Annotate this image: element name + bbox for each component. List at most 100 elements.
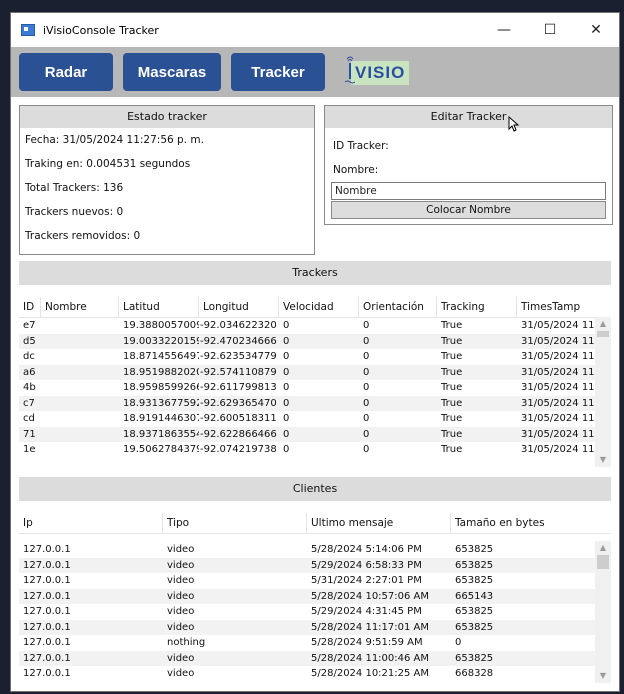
radar-button[interactable]: Radar xyxy=(19,53,113,91)
scroll-down-icon[interactable]: ▼ xyxy=(595,669,611,683)
trackers-header: Trackers xyxy=(19,261,611,285)
table-row[interactable]: dc 18.8714556497 -92.623534779 0 0 True 31/05/… xyxy=(19,349,611,365)
cell-orientacion: 0 xyxy=(363,413,370,424)
cell-orientacion: 0 xyxy=(363,335,370,347)
maximize-button[interactable]: ☐ xyxy=(527,13,573,47)
cell-tracking: True xyxy=(441,397,463,409)
col-timestamp[interactable]: TimesTamp xyxy=(517,297,595,317)
table-row[interactable]: cd 18.9191446307 -92.600518311 0 0 True 31/05/… xyxy=(19,411,611,427)
cell-id: 4b xyxy=(23,382,36,393)
col-velocidad[interactable]: Velocidad xyxy=(279,297,359,317)
cell-ultimo-mensaje: 5/28/2024 10:21:25 AM xyxy=(311,668,430,679)
cell-tipo: video xyxy=(167,590,195,602)
mascaras-button[interactable]: Mascaras xyxy=(123,53,221,91)
cell-tipo: video xyxy=(167,606,195,617)
cell-longitud: -92.074219738 xyxy=(200,444,277,455)
col-ultimo-mensaje[interactable]: Ultimo mensaje xyxy=(307,513,451,533)
minimize-button[interactable]: — xyxy=(481,13,527,47)
table-row[interactable]: e7 19.3880057009 -92.034622320 0 0 True 31/05/… xyxy=(19,318,611,334)
scroll-thumb[interactable] xyxy=(597,555,609,569)
scroll-up-icon[interactable]: ▲ xyxy=(595,541,611,555)
col-tamano-bytes[interactable]: Tamaño en bytes xyxy=(451,513,595,533)
id-tracker-label: ID Tracker: xyxy=(333,140,389,152)
colocar-nombre-button[interactable]: Colocar Nombre xyxy=(331,201,606,219)
table-row[interactable]: 127.0.0.1 video 5/28/2024 5:14:06 PM 653825 xyxy=(19,542,611,558)
table-row[interactable]: 127.0.0.1 video 5/31/2024 2:27:01 PM 653825 xyxy=(19,573,611,589)
table-row[interactable]: 127.0.0.1 video 5/28/2024 10:21:25 AM 66832… xyxy=(19,666,611,682)
table-row[interactable]: a6 18.9519882020 -92.574110879 0 0 True 31/05/… xyxy=(19,364,611,380)
col-id[interactable]: ID xyxy=(19,297,41,317)
cell-latitud: 19.3880057009 xyxy=(123,320,199,331)
cell-orientacion: 0 xyxy=(363,351,370,362)
cell-ultimo-mensaje: 5/29/2024 6:58:33 PM xyxy=(311,559,422,571)
trackers-scrollbar[interactable]: ▲ ▼ xyxy=(595,317,611,467)
cell-ip: 127.0.0.1 xyxy=(23,575,71,586)
cell-nombre xyxy=(41,427,119,443)
cell-ip: 127.0.0.1 xyxy=(23,559,71,571)
table-row[interactable]: 127.0.0.1 nothing 5/28/2024 9:51:59 AM 0 xyxy=(19,635,611,651)
cell-timestamp: 31/05/2024 11: xyxy=(521,428,595,440)
col-ip[interactable]: Ip xyxy=(19,513,163,533)
cell-ip: 127.0.0.1 xyxy=(23,544,71,555)
col-longitud[interactable]: Longitud xyxy=(199,297,279,317)
cell-nombre xyxy=(41,334,119,350)
traking-text: Traking en: 0.004531 segundos xyxy=(25,158,191,170)
cell-tamano-bytes: 653825 xyxy=(455,559,494,571)
cell-tipo: video xyxy=(167,559,195,571)
table-row[interactable]: 127.0.0.1 video 5/28/2024 10:57:06 AM 66514… xyxy=(19,588,611,604)
nombre-input[interactable]: Nombre xyxy=(331,182,606,200)
table-row[interactable]: 1e 19.5062784379 -92.074219738 0 0 True 31/05/… xyxy=(19,442,611,458)
cell-timestamp: 31/05/2024 11: xyxy=(521,413,595,424)
table-row[interactable]: 127.0.0.1 video 5/29/2024 4:31:45 PM 653825 xyxy=(19,604,611,620)
col-orientacion[interactable]: Orientación xyxy=(359,297,437,317)
cell-ip: 127.0.0.1 xyxy=(23,606,71,617)
ivisio-logo: VISIO xyxy=(341,53,431,91)
table-row[interactable]: d5 19.0033220159 -92.470234666 0 0 True 31/05/… xyxy=(19,333,611,350)
col-latitud[interactable]: Latitud xyxy=(119,297,199,317)
close-button[interactable]: ✕ xyxy=(573,13,619,47)
trackers-nuevos-text: Trackers nuevos: 0 xyxy=(25,206,124,218)
cell-id: e7 xyxy=(23,320,36,331)
col-tipo[interactable]: Tipo xyxy=(163,513,307,533)
title-bar[interactable]: iVisioConsole Tracker — ☐ ✕ xyxy=(11,13,619,47)
tracker-button[interactable]: Tracker xyxy=(231,53,325,91)
cell-timestamp: 31/05/2024 11: xyxy=(521,382,595,393)
table-row[interactable]: 71 18.9371863554 -92.622866466 0 0 True 31/05/… xyxy=(19,426,611,443)
scroll-up-icon[interactable]: ▲ xyxy=(595,317,611,331)
scroll-down-icon[interactable]: ▼ xyxy=(595,453,611,467)
table-row[interactable]: 127.0.0.1 video 5/29/2024 6:58:33 PM 653825 xyxy=(19,557,611,573)
table-row[interactable]: c7 18.9313677592 -92.629365470 0 0 True 31/05/… xyxy=(19,395,611,411)
cell-latitud: 18.8714556497 xyxy=(123,351,199,362)
cell-id: c7 xyxy=(23,397,35,409)
cell-tracking: True xyxy=(441,366,463,378)
cell-longitud: -92.622866466 xyxy=(200,428,277,440)
cell-id: a6 xyxy=(23,366,36,378)
clientes-scrollbar[interactable]: ▲ ▼ xyxy=(595,541,611,683)
cell-timestamp: 31/05/2024 11: xyxy=(521,366,595,378)
cell-timestamp: 31/05/2024 11: xyxy=(521,320,595,331)
cell-velocidad: 0 xyxy=(283,335,290,347)
table-row[interactable]: 127.0.0.1 video 5/28/2024 11:17:01 AM 65382… xyxy=(19,619,611,635)
cell-tipo: nothing xyxy=(167,637,206,648)
col-tracking[interactable]: Tracking xyxy=(437,297,517,317)
logo-antenna-icon xyxy=(345,56,355,84)
cell-tamano-bytes: 665143 xyxy=(455,590,494,602)
cell-latitud: 18.9191446307 xyxy=(123,413,199,424)
cell-latitud: 18.9313677592 xyxy=(123,397,199,409)
cell-tamano-bytes: 653825 xyxy=(455,652,494,664)
cell-longitud: -92.034622320 xyxy=(200,320,277,331)
table-row[interactable]: 127.0.0.1 video 5/28/2024 11:00:46 AM 65382… xyxy=(19,650,611,666)
col-nombre[interactable]: Nombre xyxy=(41,297,119,317)
cell-ultimo-mensaje: 5/28/2024 11:17:01 AM xyxy=(311,621,430,633)
table-row[interactable]: 4b 18.9598599266 -92.611799813 0 0 True 31/05/… xyxy=(19,380,611,396)
cell-id: 1e xyxy=(23,444,36,455)
cell-nombre xyxy=(41,318,119,334)
cell-id: d5 xyxy=(23,335,36,347)
cell-velocidad: 0 xyxy=(283,351,290,362)
cell-latitud: 18.9519882020 xyxy=(123,366,199,378)
cell-longitud: -92.574110879 xyxy=(200,366,277,378)
cell-tracking: True xyxy=(441,335,463,347)
cell-ultimo-mensaje: 5/28/2024 10:57:06 AM xyxy=(311,590,430,602)
cell-latitud: 19.5062784379 xyxy=(123,444,199,455)
cell-ultimo-mensaje: 5/28/2024 5:14:06 PM xyxy=(311,544,422,555)
